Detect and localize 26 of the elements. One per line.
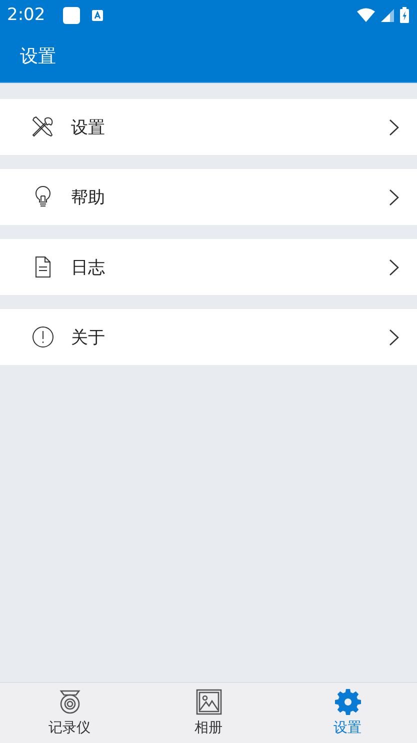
menu-item[interactable]: 日志 <box>0 239 417 295</box>
settings-icon <box>334 689 360 715</box>
chevron-right-icon <box>389 328 399 346</box>
tab[interactable]: 记录仪 <box>0 683 139 743</box>
page-title: 设置 <box>20 45 56 68</box>
chevron-right-icon <box>389 188 399 206</box>
menu-item[interactable]: 关于 <box>0 309 417 365</box>
menu-item[interactable]: 设置 <box>0 99 417 155</box>
image-icon <box>196 689 222 715</box>
battery-icon <box>400 7 409 23</box>
menu-label: 关于 <box>71 326 106 348</box>
menu-item[interactable]: 帮助 <box>0 169 417 225</box>
status-time: 2:02 <box>7 5 46 25</box>
menu-label: 帮助 <box>71 186 106 208</box>
menu-label: 设置 <box>71 116 106 138</box>
info-circle-icon <box>31 325 55 349</box>
wifi-icon <box>357 8 375 22</box>
tab[interactable]: 设置 <box>278 683 417 743</box>
menu-label: 日志 <box>71 256 106 278</box>
notification-icon <box>92 10 104 20</box>
chevron-right-icon <box>389 118 399 136</box>
tools-icon <box>31 115 55 139</box>
notification-icon <box>63 6 80 24</box>
signal-icon <box>381 8 394 22</box>
tab[interactable]: 相册 <box>139 683 278 743</box>
chevron-right-icon <box>389 258 399 276</box>
